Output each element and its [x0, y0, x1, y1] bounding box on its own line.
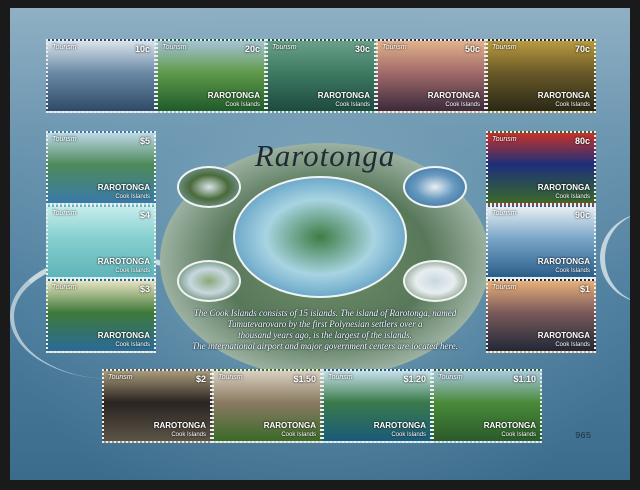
- stamp-name: RAROTONGA: [537, 91, 590, 100]
- vignette-cruise-ship: [403, 166, 467, 208]
- description-line: The Cook Islands consists of 15 islands.…: [193, 308, 457, 318]
- stamp-tag: Tourism: [492, 44, 517, 51]
- stamp-20c: Tourism 20c RAROTONGA Cook Islands: [156, 39, 266, 113]
- stamp-value: 20c: [244, 44, 260, 54]
- stamp-name: RAROTONGA: [97, 183, 150, 192]
- stamp-tag: Tourism: [52, 44, 77, 51]
- stamp-tag: Tourism: [438, 374, 463, 381]
- stamp-country: Cook Islands: [391, 432, 426, 438]
- stamp-value: 30c: [354, 44, 370, 54]
- stamp-country: Cook Islands: [335, 102, 370, 108]
- stamp-country: Cook Islands: [555, 268, 590, 274]
- stamp-name: RAROTONGA: [427, 91, 480, 100]
- vignette-road-palms: [177, 260, 241, 302]
- stamp-value: 80c: [574, 136, 590, 146]
- stamp-30c: Tourism 30c RAROTONGA Cook Islands: [266, 39, 376, 113]
- stamp-country: Cook Islands: [115, 268, 150, 274]
- stamp-name: RAROTONGA: [483, 421, 536, 430]
- serial-number: 965: [575, 431, 592, 441]
- stamp-name: RAROTONGA: [373, 421, 426, 430]
- stamp-name: RAROTONGA: [207, 91, 260, 100]
- description-line: thousand years ago, is the largest of th…: [238, 330, 412, 340]
- stamp-tag: Tourism: [52, 284, 77, 291]
- stamp-name: RAROTONGA: [97, 257, 150, 266]
- stamp-5-dollar: Tourism $5 RAROTONGA Cook Islands: [46, 131, 156, 205]
- stamp-value: $1: [579, 284, 590, 294]
- stamp-country: Cook Islands: [555, 342, 590, 348]
- stamp-value: 90c: [574, 210, 590, 220]
- stamp-10c: Tourism 10c: [46, 39, 156, 113]
- stamp-value: $1.20: [403, 374, 426, 384]
- stamp-country: Cook Islands: [555, 194, 590, 200]
- stamp-value: 50c: [464, 44, 480, 54]
- stamp-country: Cook Islands: [115, 342, 150, 348]
- stamp-country: Cook Islands: [115, 194, 150, 200]
- stamp-90c: Tourism 90c RAROTONGA Cook Islands: [486, 205, 596, 279]
- souvenir-sheet: Rarotonga The Cook Islands consists of 1…: [10, 8, 630, 480]
- stamp-country: Cook Islands: [445, 102, 480, 108]
- vignette-airplane-landing: [177, 166, 241, 208]
- stamp-tag: Tourism: [272, 44, 297, 51]
- stamp-tag: Tourism: [218, 374, 243, 381]
- stamp-tag: Tourism: [108, 374, 133, 381]
- stamp-2-dollar: Tourism $2 RAROTONGA Cook Islands: [102, 369, 212, 443]
- stamp-value: $3: [139, 284, 150, 294]
- vignette-airplane-tail: [403, 260, 467, 302]
- stamp-name: RAROTONGA: [537, 183, 590, 192]
- stamp-4-dollar: Tourism $4 RAROTONGA Cook Islands: [46, 205, 156, 279]
- stamp-country: Cook Islands: [171, 432, 206, 438]
- stamp-country: Cook Islands: [555, 102, 590, 108]
- stamp-1-20-dollar: Tourism $1.20 RAROTONGA Cook Islands: [322, 369, 432, 443]
- stamp-value: $1.50: [293, 374, 316, 384]
- vignette-island-aerial: [233, 176, 407, 298]
- stamp-value: $2: [195, 374, 206, 384]
- stamp-tag: Tourism: [492, 284, 517, 291]
- stamp-value: $4: [139, 210, 150, 220]
- stamp-tag: Tourism: [52, 136, 77, 143]
- stamp-tag: Tourism: [492, 210, 517, 217]
- stamp-80c: Tourism 80c RAROTONGA Cook Islands: [486, 131, 596, 205]
- stamp-country: Cook Islands: [501, 432, 536, 438]
- stamp-1-dollar: Tourism $1 RAROTONGA Cook Islands: [486, 279, 596, 353]
- stamp-1-50-dollar: Tourism $1.50 RAROTONGA Cook Islands: [212, 369, 322, 443]
- stamp-name: RAROTONGA: [537, 331, 590, 340]
- stamp-country: Cook Islands: [281, 432, 316, 438]
- stamp-value: 70c: [574, 44, 590, 54]
- stamp-1-10-dollar: Tourism $1.10 RAROTONGA Cook Islands: [432, 369, 542, 443]
- stamp-name: RAROTONGA: [153, 421, 206, 430]
- stamp-3-dollar: Tourism $3 RAROTONGA Cook Islands: [46, 279, 156, 353]
- description-line: The international airport and major gove…: [192, 341, 458, 351]
- stamp-country: Cook Islands: [225, 102, 260, 108]
- description-text: The Cook Islands consists of 15 islands.…: [165, 308, 485, 352]
- stamp-name: RAROTONGA: [317, 91, 370, 100]
- stamp-tag: Tourism: [382, 44, 407, 51]
- stamp-name: RAROTONGA: [97, 331, 150, 340]
- stamp-50c: Tourism 50c RAROTONGA Cook Islands: [376, 39, 486, 113]
- stamp-value: 10c: [134, 44, 150, 54]
- stamp-value: $1.10: [513, 374, 536, 384]
- stamp-tag: Tourism: [492, 136, 517, 143]
- stamp-tag: Tourism: [328, 374, 353, 381]
- stamp-tag: Tourism: [52, 210, 77, 217]
- description-line: Tumutevarovaro by the first Polynesian s…: [227, 319, 423, 329]
- stamp-name: RAROTONGA: [263, 421, 316, 430]
- stamp-value: $5: [139, 136, 150, 146]
- stamp-name: RAROTONGA: [537, 257, 590, 266]
- stamp-tag: Tourism: [162, 44, 187, 51]
- stamp-70c: Tourism 70c RAROTONGA Cook Islands: [486, 39, 596, 113]
